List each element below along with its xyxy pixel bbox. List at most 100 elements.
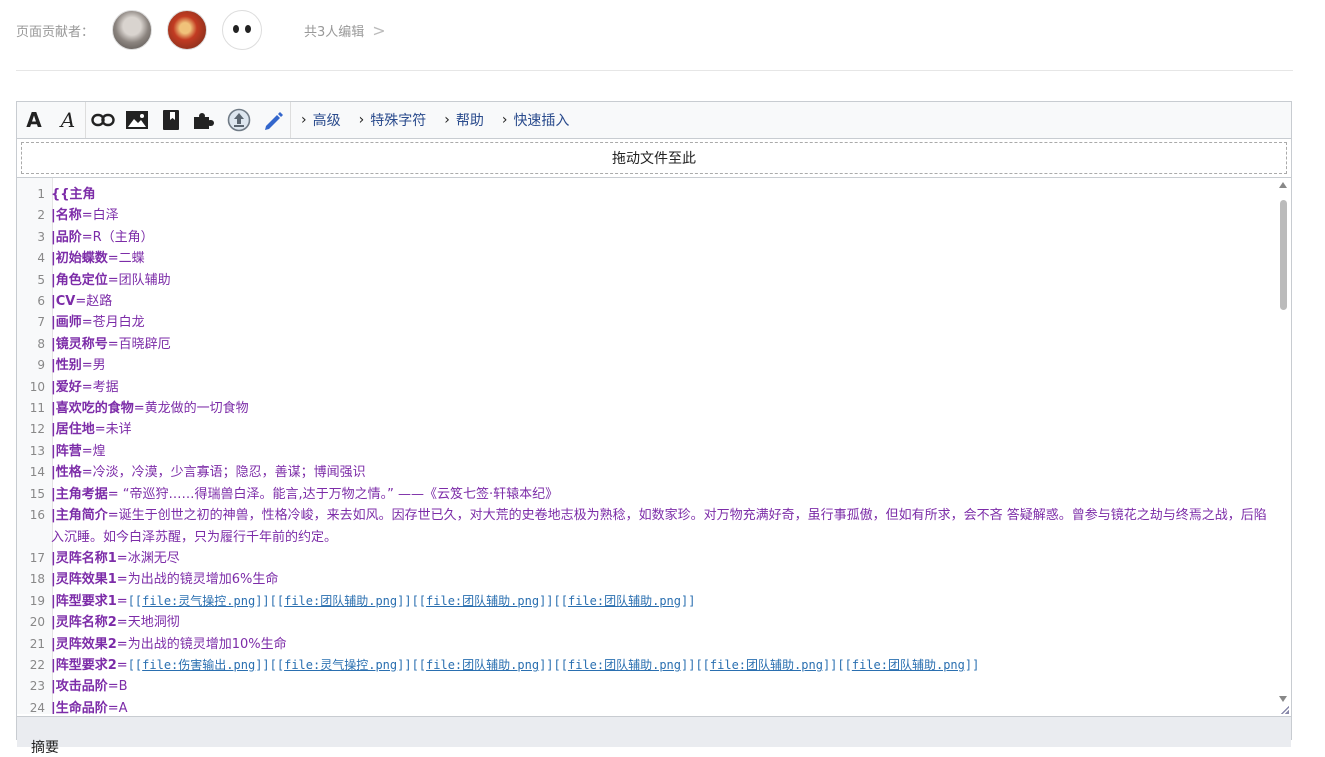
code-line[interactable]: 16 |主角简介=诞生于创世之初的神兽，性格冷峻，来去如风。因存世已久，对大荒的史… [17, 505, 1273, 548]
code-text[interactable]: |品阶=R（主角） [49, 227, 1273, 248]
avatar[interactable] [222, 10, 263, 50]
code-text[interactable]: |角色定位=团队辅助 [49, 270, 1273, 291]
code-text[interactable]: |性格=冷淡，冷漠，少言寡语；隐忍，善谋；博闻强识 [49, 462, 1273, 483]
avatar[interactable] [112, 10, 153, 50]
avatar[interactable] [167, 10, 208, 50]
resize-handle-icon[interactable] [1281, 706, 1289, 714]
bold-button[interactable]: A [17, 102, 51, 138]
scroll-down-icon[interactable] [1279, 696, 1287, 702]
upload-button[interactable] [222, 102, 256, 138]
code-line[interactable]: 10 |爱好=考据 [17, 377, 1273, 398]
code-line[interactable]: 2 |名称=白泽 [17, 205, 1273, 226]
code-line[interactable]: 24 |生命品阶=A [17, 698, 1273, 714]
code-text[interactable]: |阵营=煌 [49, 441, 1273, 462]
code-line[interactable]: 8 |镜灵称号=百晓辟厄 [17, 334, 1273, 355]
menu-advanced[interactable]: › 高级 [301, 110, 341, 130]
code-line[interactable]: 13 |阵营=煌 [17, 441, 1273, 462]
code-text[interactable]: |初始蝶数=二蝶 [49, 248, 1273, 269]
param-value: = [116, 657, 128, 673]
code-text[interactable]: |镜灵称号=百晓辟厄 [49, 334, 1273, 355]
code-text[interactable]: |CV=赵路 [49, 291, 1273, 312]
file-link[interactable]: file:灵气操控.png [284, 658, 397, 672]
param-value: =为出战的镜灵增加10%生命 [116, 636, 287, 652]
code-text[interactable]: |爱好=考据 [49, 377, 1273, 398]
file-dropzone[interactable]: 拖动文件至此 [17, 139, 1291, 178]
file-link[interactable]: file:灵气操控.png [142, 594, 255, 608]
image-button[interactable] [120, 102, 154, 138]
file-link[interactable]: file:团队辅助.png [568, 658, 681, 672]
code-text[interactable]: |灵阵名称1=冰渊无尽 [49, 548, 1273, 569]
code-line[interactable]: 21 |灵阵效果2=为出战的镜灵增加10%生命 [17, 634, 1273, 655]
param-key: |性格 [51, 465, 82, 481]
signature-button[interactable] [256, 102, 291, 138]
code-line[interactable]: 17 |灵阵名称1=冰渊无尽 [17, 548, 1273, 569]
code-text[interactable]: |攻击品阶=B [49, 676, 1273, 697]
template-button[interactable] [188, 102, 222, 138]
code-line[interactable]: 11 |喜欢吃的食物=黄龙做的一切食物 [17, 398, 1273, 419]
code-text[interactable]: |灵阵名称2=天地洞彻 [49, 612, 1273, 633]
file-link[interactable]: file:团队辅助.png [426, 658, 539, 672]
code-text[interactable]: |阵型要求2=[[file:伤害输出.png]][[file:灵气操控.png]… [49, 655, 1273, 676]
code-line[interactable]: 6 |CV=赵路 [17, 291, 1273, 312]
code-text[interactable]: |喜欢吃的食物=黄龙做的一切食物 [49, 398, 1273, 419]
code-line[interactable]: 19 |阵型要求1=[[file:灵气操控.png]][[file:团队辅助.pn… [17, 591, 1273, 612]
param-key: |角色定位 [51, 272, 108, 288]
menu-help[interactable]: › 帮助 [444, 110, 484, 130]
code-lines[interactable]: 1 {{主角 2 |名称=白泽 3 |品阶=R（主角） 4 |初始蝶数=二蝶 5 |角色定位=团队… [17, 184, 1273, 714]
code-text[interactable]: |主角考据= “帝巡狩……得瑞兽白泽。能言,达于万物之情。” ——《云笈七签·轩… [49, 484, 1273, 505]
code-line[interactable]: 23 |攻击品阶=B [17, 676, 1273, 697]
file-link[interactable]: file:团队辅助.png [426, 594, 539, 608]
file-link[interactable]: file:团队辅助.png [568, 594, 681, 608]
code-line[interactable]: 3 |品阶=R（主角） [17, 227, 1273, 248]
bracket: ]] [255, 593, 270, 608]
param-value: =未详 [94, 422, 132, 438]
code-text[interactable]: |居住地=未详 [49, 419, 1273, 440]
code-text[interactable]: |画师=苍月白龙 [49, 312, 1273, 333]
file-link[interactable]: file:团队辅助.png [284, 594, 397, 608]
code-line[interactable]: 20 |灵阵名称2=天地洞彻 [17, 612, 1273, 633]
editors-link[interactable]: 共3人编辑 > [304, 21, 386, 40]
param-value: =黄龙做的一切食物 [133, 401, 249, 417]
code-text[interactable]: |名称=白泽 [49, 205, 1273, 226]
file-link[interactable]: file:伤害输出.png [142, 658, 255, 672]
file-link[interactable]: file:团队辅助.png [852, 658, 965, 672]
code-line[interactable]: 22 |阵型要求2=[[file:伤害输出.png]][[file:灵气操控.pn… [17, 655, 1273, 676]
line-number: 14 [29, 465, 45, 480]
code-text[interactable]: |主角简介=诞生于创世之初的神兽，性格冷峻，来去如风。因存世已久，对大荒的史卷地… [49, 505, 1273, 548]
code-line[interactable]: 4 |初始蝶数=二蝶 [17, 248, 1273, 269]
code-text[interactable]: |灵阵效果2=为出战的镜灵增加10%生命 [49, 634, 1273, 655]
link-button[interactable] [86, 102, 120, 138]
code-text[interactable]: |阵型要求1=[[file:灵气操控.png]][[file:团队辅助.png]… [49, 591, 1273, 612]
code-line[interactable]: 5 |角色定位=团队辅助 [17, 270, 1273, 291]
menu-quick-insert[interactable]: › 快速插入 [502, 110, 570, 130]
chevron-right-icon: › [358, 112, 365, 128]
scrollbar-thumb[interactable] [1280, 200, 1287, 310]
code-text[interactable]: |灵阵效果1=为出战的镜灵增加6%生命 [49, 569, 1273, 590]
scroll-up-icon[interactable] [1279, 182, 1287, 188]
param-key: |灵阵效果1 [51, 572, 117, 588]
bracket: ]] [539, 593, 554, 608]
italic-button[interactable]: A [51, 102, 86, 138]
code-line[interactable]: 12 |居住地=未详 [17, 419, 1273, 440]
param-value: =B [107, 679, 128, 695]
summary-label: 摘要 [31, 740, 59, 756]
menu-special-chars[interactable]: › 特殊字符 [359, 110, 427, 130]
reference-button[interactable] [154, 102, 188, 138]
code-line[interactable]: 9 |性别=男 [17, 355, 1273, 376]
file-link[interactable]: file:团队辅助.png [710, 658, 823, 672]
param-key: |主角考据 [51, 486, 108, 502]
code-line[interactable]: 15 |主角考据= “帝巡狩……得瑞兽白泽。能言,达于万物之情。” ——《云笈七签… [17, 484, 1273, 505]
line-number: 23 [29, 679, 45, 694]
code-line[interactable]: 18 |灵阵效果1=为出战的镜灵增加6%生命 [17, 569, 1273, 590]
puzzle-icon [194, 113, 214, 129]
code-line[interactable]: 7 |画师=苍月白龙 [17, 312, 1273, 333]
code-line[interactable]: 14 |性格=冷淡，冷漠，少言寡语；隐忍，善谋；博闻强识 [17, 462, 1273, 483]
code-text[interactable]: {{主角 [49, 184, 1273, 205]
code-text[interactable]: |生命品阶=A [49, 698, 1273, 714]
bracket: ]] [255, 657, 270, 672]
code-line[interactable]: 1 {{主角 [17, 184, 1273, 205]
vertical-scrollbar[interactable] [1277, 182, 1289, 710]
code-text[interactable]: |性别=男 [49, 355, 1273, 376]
bracket: [[ [411, 657, 427, 672]
code-area[interactable]: 1 {{主角 2 |名称=白泽 3 |品阶=R（主角） 4 |初始蝶数=二蝶 5 |角色定位=团队… [17, 178, 1291, 714]
